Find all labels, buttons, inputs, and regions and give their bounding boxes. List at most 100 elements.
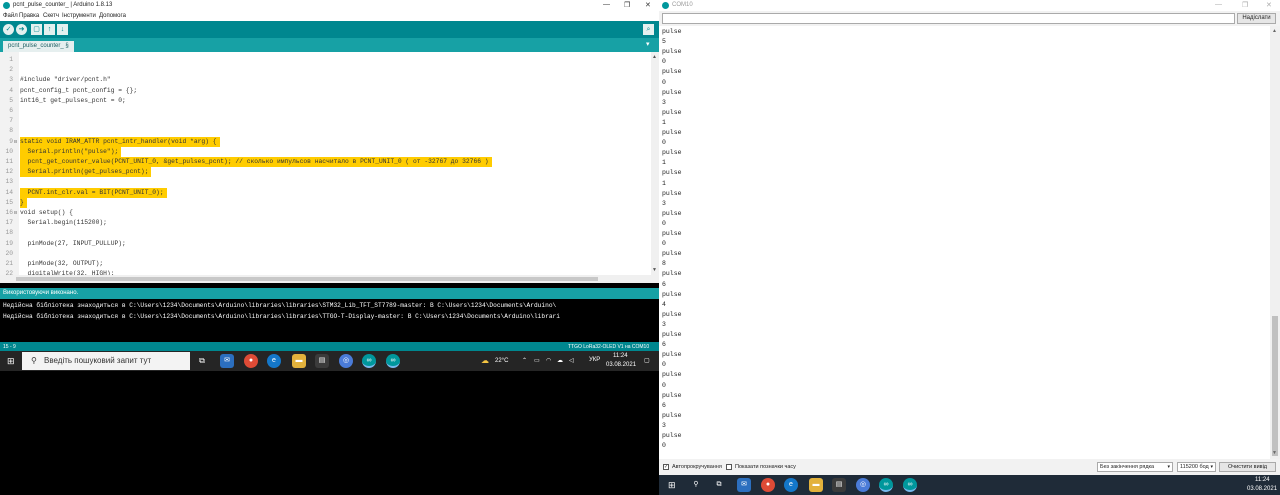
code-line[interactable]: 20 bbox=[0, 249, 651, 259]
file-explorer-icon[interactable]: ▬ bbox=[292, 354, 306, 368]
upload-icon[interactable]: ➜ bbox=[16, 24, 27, 35]
tray-chevron-up-icon[interactable]: ⌃ bbox=[522, 357, 527, 364]
code-line[interactable]: 7 bbox=[0, 116, 651, 126]
timestamp-checkbox[interactable] bbox=[726, 464, 732, 470]
code-line[interactable]: 12 Serial.println(get_pulses_pcnt); bbox=[0, 167, 651, 178]
scroll-down-icon[interactable]: ▼ bbox=[1272, 450, 1277, 456]
close-icon[interactable]: ✕ bbox=[1266, 1, 1272, 9]
search-icon[interactable]: ⚲ bbox=[689, 478, 703, 492]
arduino-taskbar-icon[interactable]: ∞ bbox=[362, 354, 376, 368]
edge-icon[interactable]: e bbox=[267, 354, 281, 368]
scroll-down-icon[interactable]: ▼ bbox=[652, 267, 657, 273]
browser-icon[interactable]: ◎ bbox=[856, 478, 870, 492]
clock-date[interactable]: 03.08.2021 bbox=[1247, 486, 1277, 492]
volume-icon[interactable]: ◁ bbox=[569, 357, 574, 364]
baud-rate-select[interactable]: 115200 бод ▾ bbox=[1177, 462, 1216, 472]
close-icon[interactable]: ✕ bbox=[645, 1, 651, 9]
menu-help[interactable]: Допомога bbox=[99, 13, 126, 19]
serial-vertical-scrollbar[interactable]: ▲ ▼ bbox=[1270, 26, 1280, 459]
restore-icon[interactable]: ❐ bbox=[1242, 1, 1248, 9]
chrome-icon[interactable]: ● bbox=[761, 478, 775, 492]
open-sketch-icon[interactable]: ↑ bbox=[44, 24, 55, 35]
serial-output-line: pulse bbox=[662, 391, 682, 399]
scroll-thumb[interactable] bbox=[1272, 316, 1278, 456]
menu-tools[interactable]: Інструменти bbox=[62, 13, 96, 19]
edge-icon[interactable]: e bbox=[784, 478, 798, 492]
code-line[interactable]: 11 pcnt_get_counter_value(PCNT_UNIT_0, &… bbox=[0, 157, 651, 168]
menu-sketch[interactable]: Скетч bbox=[43, 13, 59, 19]
code-line[interactable]: 10 Serial.println("pulse"); bbox=[0, 146, 651, 157]
clock-time[interactable]: 11:24 bbox=[1255, 477, 1270, 483]
code-line[interactable]: 16 ⊟ void setup() { bbox=[0, 208, 651, 218]
code-line[interactable]: 13 bbox=[0, 177, 651, 187]
file-explorer-icon[interactable]: ▬ bbox=[809, 478, 823, 492]
wifi-icon[interactable]: ◠ bbox=[546, 357, 551, 364]
clock-date[interactable]: 03.08.2021 bbox=[606, 362, 636, 368]
serial-output[interactable]: pulse 5 pulse 0 pulse 0 pulse 3 pulse 1 pulse 0 puls… bbox=[659, 26, 1270, 459]
store-icon[interactable]: ▤ bbox=[832, 478, 846, 492]
taskbar-search-box[interactable]: ⚲ Введіть пошуковий запит тут bbox=[22, 352, 190, 370]
restore-icon[interactable]: ❐ bbox=[624, 1, 630, 9]
code-line[interactable]: 8 bbox=[0, 126, 651, 136]
minimize-icon[interactable]: — bbox=[603, 1, 610, 8]
code-line[interactable]: 4 pcnt_config_t pcnt_config = {}; bbox=[0, 86, 651, 96]
code-line[interactable]: 9 ⊟ static void IRAM_ATTR pcnt_intr_handle… bbox=[0, 136, 651, 147]
horizontal-scroll-thumb[interactable] bbox=[16, 277, 598, 281]
task-view-icon[interactable]: ⧉ bbox=[195, 354, 209, 368]
code-line[interactable]: 2 bbox=[0, 65, 651, 75]
arduino-serial-taskbar-icon[interactable]: ∞ bbox=[386, 354, 400, 368]
chrome-icon[interactable]: ● bbox=[244, 354, 258, 368]
scroll-up-icon[interactable]: ▲ bbox=[652, 54, 657, 60]
tab-sketch[interactable]: pcnt_pulse_counter_ § bbox=[3, 41, 74, 52]
code-line[interactable]: 3 #include "driver/pcnt.h" bbox=[0, 75, 651, 85]
new-sketch-icon[interactable]: ▢ bbox=[31, 24, 42, 35]
browser-icon[interactable]: ◎ bbox=[339, 354, 353, 368]
code-editor[interactable]: 1 2 3 #include "driver/pcnt.h" 4 pcnt_config_… bbox=[0, 52, 659, 276]
windows-start-icon[interactable]: ⊞ bbox=[7, 356, 15, 367]
code-line[interactable]: 18 bbox=[0, 228, 651, 238]
notification-icon[interactable]: ▢ bbox=[644, 357, 650, 364]
search-icon: ⚲ bbox=[31, 356, 37, 365]
code-line[interactable]: 21 pinMode(32, OUTPUT); bbox=[0, 259, 651, 269]
editor-horizontal-scrollbar[interactable] bbox=[0, 275, 659, 283]
arduino-serial-taskbar-icon[interactable]: ∞ bbox=[903, 478, 917, 492]
line-ending-select[interactable]: Без закінчення рядка ▾ bbox=[1097, 462, 1173, 472]
menu-file[interactable]: Файл bbox=[3, 13, 18, 19]
fold-icon[interactable]: ⊟ bbox=[14, 137, 17, 147]
autoscroll-checkbox[interactable]: ✓ bbox=[663, 464, 669, 470]
code-line[interactable]: 14 PCNT.int_clr.val = BIT(PCNT_UNIT_0); bbox=[0, 187, 651, 198]
cloud-icon[interactable]: ☁ bbox=[557, 357, 563, 364]
scroll-up-icon[interactable]: ▲ bbox=[1272, 28, 1277, 34]
code-line[interactable]: 19 pinMode(27, INPUT_PULLUP); bbox=[0, 239, 651, 249]
code-line[interactable]: 17 Serial.begin(115200); bbox=[0, 218, 651, 228]
code-line[interactable]: 1 bbox=[0, 55, 651, 65]
code-line[interactable]: 6 bbox=[0, 106, 651, 116]
task-view-icon[interactable]: ⧉ bbox=[712, 478, 726, 492]
clear-output-button[interactable]: Очистити вивід bbox=[1219, 462, 1276, 472]
serial-output-line: pulse bbox=[662, 290, 682, 298]
code-line[interactable]: 15} bbox=[0, 197, 651, 208]
serial-output-line: pulse bbox=[662, 230, 682, 237]
mail-icon[interactable]: ✉ bbox=[737, 478, 751, 492]
line-number: 8 bbox=[9, 127, 13, 135]
arduino-taskbar-icon[interactable]: ∞ bbox=[879, 478, 893, 492]
menu-edit[interactable]: Правка bbox=[19, 13, 39, 19]
language-indicator[interactable]: УКР bbox=[589, 357, 600, 363]
serial-monitor-icon[interactable]: ⌕ bbox=[643, 24, 654, 35]
clock-time[interactable]: 11:24 bbox=[613, 353, 628, 359]
weather-icon[interactable]: ☁ bbox=[481, 356, 489, 365]
code-line[interactable]: 5 int16_t get_pulses_pcnt = 0; bbox=[0, 96, 651, 106]
mail-icon[interactable]: ✉ bbox=[220, 354, 234, 368]
fold-icon[interactable]: ⊟ bbox=[14, 208, 17, 218]
save-sketch-icon[interactable]: ↓ bbox=[57, 24, 68, 35]
network-icon[interactable]: ▭ bbox=[534, 357, 540, 364]
weather-temp[interactable]: 22°C bbox=[495, 358, 508, 364]
editor-vertical-scrollbar[interactable]: ▲ ▼ bbox=[651, 52, 659, 276]
store-icon[interactable]: ▤ bbox=[315, 354, 329, 368]
minimize-icon[interactable]: — bbox=[1215, 1, 1222, 8]
send-button[interactable]: Надіслати bbox=[1237, 13, 1276, 24]
verify-icon[interactable]: ✓ bbox=[3, 24, 14, 35]
tab-menu-chevron-down-icon[interactable]: ▾ bbox=[646, 41, 654, 49]
windows-start-icon[interactable]: ⊞ bbox=[668, 480, 676, 491]
serial-input[interactable] bbox=[662, 13, 1235, 24]
